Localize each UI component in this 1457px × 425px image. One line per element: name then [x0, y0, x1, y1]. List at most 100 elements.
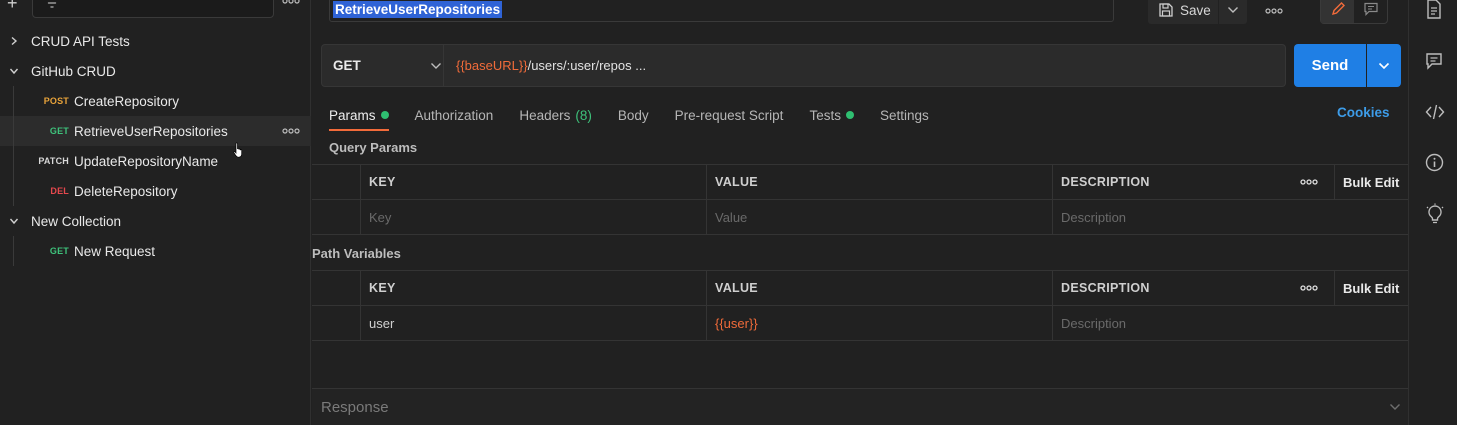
value-input[interactable]: Value [706, 200, 1052, 234]
url-variable: {{baseURL}} [456, 58, 528, 73]
code-icon[interactable] [1425, 103, 1445, 121]
chevron-down-icon [1378, 62, 1390, 69]
chevron-down-icon[interactable] [9, 66, 19, 76]
save-button[interactable]: Save [1148, 0, 1218, 24]
tab-pre-request-script[interactable]: Pre-request Script [675, 100, 784, 130]
filter-icon[interactable] [45, 0, 59, 8]
add-icon[interactable]: + [7, 0, 18, 12]
description-input[interactable]: Description [1052, 306, 1408, 340]
collection-github-crud[interactable]: GitHub CRUD [0, 56, 311, 86]
request-item-update-repository-name[interactable]: PATCH UpdateRepositoryName [0, 146, 311, 176]
request-name: UpdateRepositoryName [74, 153, 219, 169]
path-variable-key[interactable]: user [360, 306, 706, 340]
lightbulb-icon[interactable] [1425, 203, 1445, 225]
column-header-description: DESCRIPTION [1052, 165, 1292, 199]
send-label: Send [1311, 57, 1349, 74]
tab-label: Params [329, 107, 376, 123]
tab-label: Pre-request Script [674, 107, 784, 123]
status-dot [380, 111, 389, 119]
request-name-text[interactable]: RetrieveUserRepositories [333, 1, 503, 18]
request-item-delete-repository[interactable]: DEL DeleteRepository [0, 176, 311, 206]
key-input[interactable]: Key [360, 200, 706, 234]
tab-label: Authorization [414, 107, 494, 123]
sidebar-search-input[interactable] [32, 0, 274, 18]
url-path: /users/:user/repos ... [527, 58, 647, 73]
http-method-value: GET [333, 58, 361, 73]
collection-label: New Collection [31, 213, 122, 229]
save-icon [1159, 3, 1173, 17]
more-options-icon[interactable] [1265, 8, 1283, 14]
tree-guide-line [13, 86, 14, 206]
request-item-retrieve-user-repositories[interactable]: GET RetrieveUserRepositories [0, 116, 311, 146]
request-tabs: Params Authorization Headers (8) Body Pr… [329, 100, 955, 131]
request-item-create-repository[interactable]: POST CreateRepository [0, 86, 311, 116]
chevron-down-icon[interactable] [9, 216, 19, 226]
tab-label: Settings [879, 107, 929, 123]
bulk-edit-button[interactable]: Bulk Edit [1334, 165, 1408, 199]
comment-icon [1363, 2, 1378, 16]
tab-tests[interactable]: Tests [809, 100, 854, 130]
request-name: DeleteRepository [74, 183, 178, 199]
send-options-button[interactable] [1367, 44, 1401, 87]
tab-label: Headers [519, 107, 571, 123]
column-header-key: KEY [360, 165, 706, 199]
column-header-value: VALUE [706, 271, 1052, 305]
tab-settings[interactable]: Settings [880, 100, 929, 130]
request-method-badge: PATCH [38, 156, 69, 166]
send-button[interactable]: Send [1294, 44, 1366, 87]
tree-guide-line [13, 236, 14, 266]
chevron-down-icon [431, 63, 441, 69]
path-variable-value[interactable]: {{user}} [706, 306, 1052, 340]
info-icon[interactable] [1425, 153, 1444, 172]
more-options-icon [1300, 179, 1318, 185]
table-row: Key Value Description [312, 200, 1408, 235]
request-editor: RetrieveUserRepositories Save GET {{base… [312, 0, 1408, 425]
description-input[interactable]: Description [1052, 200, 1408, 234]
cookies-link[interactable]: Cookies [1337, 105, 1390, 120]
tab-count-badge: (8) [575, 107, 592, 123]
request-name: CreateRepository [74, 93, 180, 109]
chevron-right-icon[interactable] [9, 36, 19, 46]
tab-authorization[interactable]: Authorization [415, 100, 494, 130]
response-pane[interactable]: Response [312, 388, 1408, 425]
table-row: user {{user}} Description [312, 306, 1408, 341]
status-dot [845, 111, 854, 119]
chevron-down-icon [1228, 7, 1238, 13]
request-method-badge: POST [43, 96, 69, 106]
tab-body[interactable]: Body [618, 100, 649, 130]
view-mode-toggle [1320, 0, 1388, 24]
edit-mode-button[interactable] [1321, 0, 1354, 23]
more-options-icon[interactable] [282, 0, 300, 4]
table-more-button[interactable] [1292, 271, 1332, 305]
request-method-badge: DEL [50, 186, 69, 196]
request-item-new-request[interactable]: GET New Request [0, 236, 311, 266]
documentation-icon[interactable] [1425, 0, 1443, 19]
http-method-select[interactable]: GET [321, 44, 444, 87]
save-options-button[interactable] [1219, 0, 1247, 24]
chevron-down-icon[interactable] [1389, 403, 1401, 411]
collection-crud-api-tests[interactable]: CRUD API Tests [0, 26, 311, 56]
sidebar: + CRUD API Tests GitHub CRUD POST Create… [0, 0, 311, 425]
pencil-icon [1331, 2, 1345, 16]
column-header-value: VALUE [706, 165, 1052, 199]
bulk-edit-button[interactable]: Bulk Edit [1334, 271, 1408, 305]
request-name-field[interactable]: RetrieveUserRepositories [329, 0, 1114, 22]
tab-params[interactable]: Params [329, 100, 389, 131]
table-more-button[interactable] [1292, 165, 1332, 199]
more-options-icon[interactable] [282, 128, 300, 134]
tab-label: Body [617, 107, 649, 123]
more-options-icon [1300, 285, 1318, 291]
comments-icon[interactable] [1425, 52, 1443, 70]
request-method-badge: GET [49, 126, 69, 136]
right-context-bar [1408, 0, 1457, 425]
column-header-key: KEY [360, 271, 706, 305]
request-name: New Request [74, 243, 156, 259]
collection-tree: CRUD API Tests GitHub CRUD POST CreateRe… [0, 26, 311, 266]
save-label: Save [1180, 2, 1211, 18]
tab-headers[interactable]: Headers (8) [519, 100, 592, 130]
comments-mode-button[interactable] [1354, 0, 1387, 23]
query-params-title: Query Params [329, 140, 418, 155]
pointer-cursor-icon [233, 142, 243, 158]
url-input[interactable]: {{baseURL}}/users/:user/repos ... [444, 44, 1286, 87]
collection-new-collection[interactable]: New Collection [0, 206, 311, 236]
